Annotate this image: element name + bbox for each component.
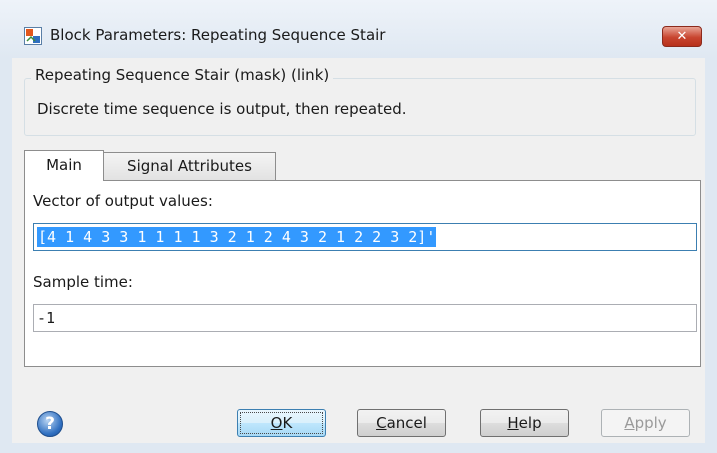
sample-time-label: Sample time: bbox=[33, 273, 133, 291]
output-values-label: Vector of output values: bbox=[33, 192, 213, 210]
tab-signal-attributes-label: Signal Attributes bbox=[127, 157, 252, 175]
help-icon[interactable]: ? bbox=[37, 411, 63, 437]
tab-main-label: Main bbox=[46, 156, 82, 174]
title-bar[interactable]: Block Parameters: Repeating Sequence Sta… bbox=[0, 0, 717, 58]
apply-label-rest: pply bbox=[634, 414, 667, 432]
help-button[interactable]: Help bbox=[480, 409, 569, 437]
cancel-button[interactable]: Cancel bbox=[357, 409, 446, 437]
sample-time-text: -1 bbox=[37, 309, 56, 327]
tab-main[interactable]: Main bbox=[24, 150, 104, 181]
close-button[interactable]: ✕ bbox=[662, 26, 702, 47]
simulink-block-icon bbox=[24, 27, 42, 45]
output-values-text: [4 1 4 3 3 1 1 1 1 3 2 1 2 4 3 2 1 2 2 3… bbox=[37, 227, 437, 247]
apply-mnemonic: A bbox=[624, 414, 635, 432]
window-frame-right bbox=[705, 58, 717, 453]
cancel-label-rest: ancel bbox=[386, 414, 427, 432]
main-tab-panel: Vector of output values: [4 1 4 3 3 1 1 … bbox=[24, 180, 701, 367]
window-title: Block Parameters: Repeating Sequence Sta… bbox=[50, 26, 386, 44]
tab-signal-attributes[interactable]: Signal Attributes bbox=[104, 152, 276, 180]
block-description: Discrete time sequence is output, then r… bbox=[37, 100, 407, 118]
group-legend: Repeating Sequence Stair (mask) (link) bbox=[31, 66, 334, 84]
dialog-content: Repeating Sequence Stair (mask) (link) D… bbox=[12, 58, 705, 443]
ok-button[interactable]: OK bbox=[237, 409, 326, 437]
help-mnemonic: H bbox=[507, 414, 519, 432]
close-icon: ✕ bbox=[676, 29, 688, 44]
cancel-mnemonic: C bbox=[376, 414, 387, 432]
block-parameters-dialog: Block Parameters: Repeating Sequence Sta… bbox=[0, 0, 717, 453]
sample-time-input[interactable]: -1 bbox=[33, 304, 697, 332]
window-frame-bottom bbox=[0, 443, 717, 453]
window-frame-left bbox=[0, 58, 12, 453]
output-values-input[interactable]: [4 1 4 3 3 1 1 1 1 3 2 1 2 4 3 2 1 2 2 3… bbox=[33, 223, 697, 251]
focus-rectangle bbox=[240, 412, 323, 434]
help-icon-glyph: ? bbox=[45, 414, 55, 434]
apply-button[interactable]: Apply bbox=[601, 409, 690, 437]
help-label-rest: elp bbox=[518, 414, 542, 432]
